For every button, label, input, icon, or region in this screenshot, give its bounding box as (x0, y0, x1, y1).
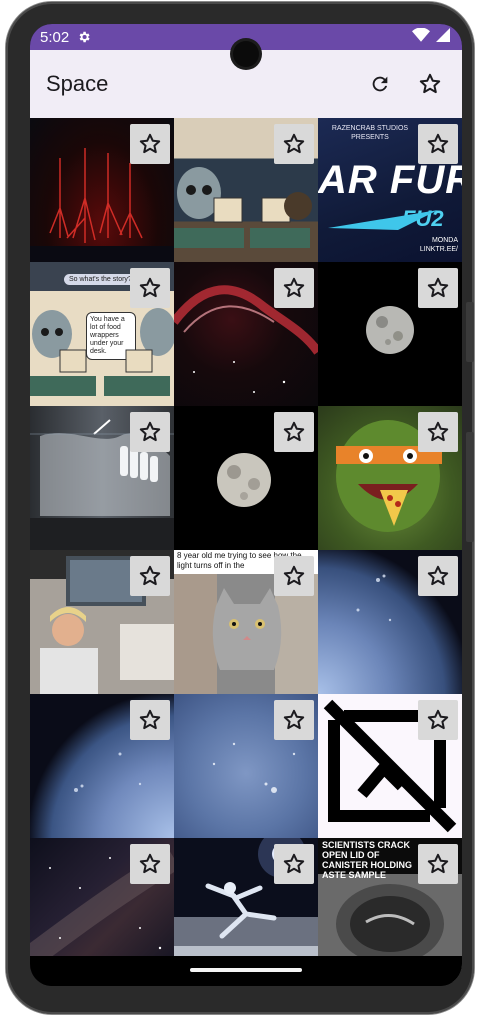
navigation-bar (30, 956, 462, 986)
favorite-star-button[interactable] (130, 268, 170, 308)
grid-tile-sun-surface-2[interactable] (30, 694, 174, 838)
power-button (466, 302, 474, 362)
grid-tile-moon-2[interactable] (174, 406, 318, 550)
grid-tile-dental-xray[interactable] (30, 406, 174, 550)
grid-tile-broken-image[interactable] (318, 694, 462, 838)
favorite-star-button[interactable] (274, 124, 314, 164)
settings-gear-icon (77, 30, 91, 44)
refresh-icon[interactable] (364, 68, 396, 100)
image-grid: RAZENCRAB STUDIOS PRESENTS AR FUR FU2 MO… (30, 118, 462, 982)
favorite-star-button[interactable] (130, 124, 170, 164)
grid-tile-ninja-turtle[interactable] (318, 406, 462, 550)
grid-tile-moon-1[interactable] (318, 262, 462, 406)
status-time: 5:02 (40, 28, 70, 46)
grid-tile-cat-meme[interactable]: 8 year old me trying to see how the ligh… (174, 550, 318, 694)
favorite-star-button[interactable] (274, 700, 314, 740)
front-camera (233, 41, 259, 67)
star-fury-footer: MONDA LINKTR.EE/ (419, 237, 458, 253)
volume-button (466, 432, 474, 542)
favorite-star-button[interactable] (274, 844, 314, 884)
battery-icon (436, 28, 450, 46)
favorite-star-button[interactable] (418, 124, 458, 164)
favorite-star-button[interactable] (274, 556, 314, 596)
page-title: Space (46, 71, 109, 96)
grid-tile-comic-aliens[interactable] (174, 118, 318, 262)
screen: 5:02 Space RAZENCRAB STUDIOS PRESENTS AR… (30, 24, 462, 986)
favorite-star-button[interactable] (274, 268, 314, 308)
favorite-star-button[interactable] (130, 844, 170, 884)
grid-tile-star-fury[interactable]: RAZENCRAB STUDIOS PRESENTS AR FUR FU2 MO… (318, 118, 462, 262)
favorite-star-button[interactable] (130, 412, 170, 452)
grid-tile-person-photo[interactable] (30, 550, 174, 694)
app-bar-actions (364, 68, 446, 100)
phone-frame: 5:02 Space RAZENCRAB STUDIOS PRESENTS AR… (6, 2, 474, 1014)
grid-tile-veil-nebula[interactable] (174, 262, 318, 406)
home-gesture-handle[interactable] (190, 968, 302, 972)
grid-tile-sun-surface-1[interactable] (318, 550, 462, 694)
favorites-star-icon[interactable] (414, 68, 446, 100)
favorite-star-button[interactable] (130, 700, 170, 740)
favorite-star-button[interactable] (130, 556, 170, 596)
favorite-star-button[interactable] (418, 412, 458, 452)
grid-tile-sun-surface-3[interactable] (174, 694, 318, 838)
favorite-star-button[interactable] (418, 844, 458, 884)
grid-tile-red-sprites[interactable] (30, 118, 174, 262)
favorite-star-button[interactable] (418, 700, 458, 740)
favorite-star-button[interactable] (418, 556, 458, 596)
wifi-icon (412, 27, 430, 46)
favorite-star-button[interactable] (274, 412, 314, 452)
grid-tile-comic-food-wrappers[interactable]: So what's the story? You have a lot of f… (30, 262, 174, 406)
favorite-star-button[interactable] (418, 268, 458, 308)
